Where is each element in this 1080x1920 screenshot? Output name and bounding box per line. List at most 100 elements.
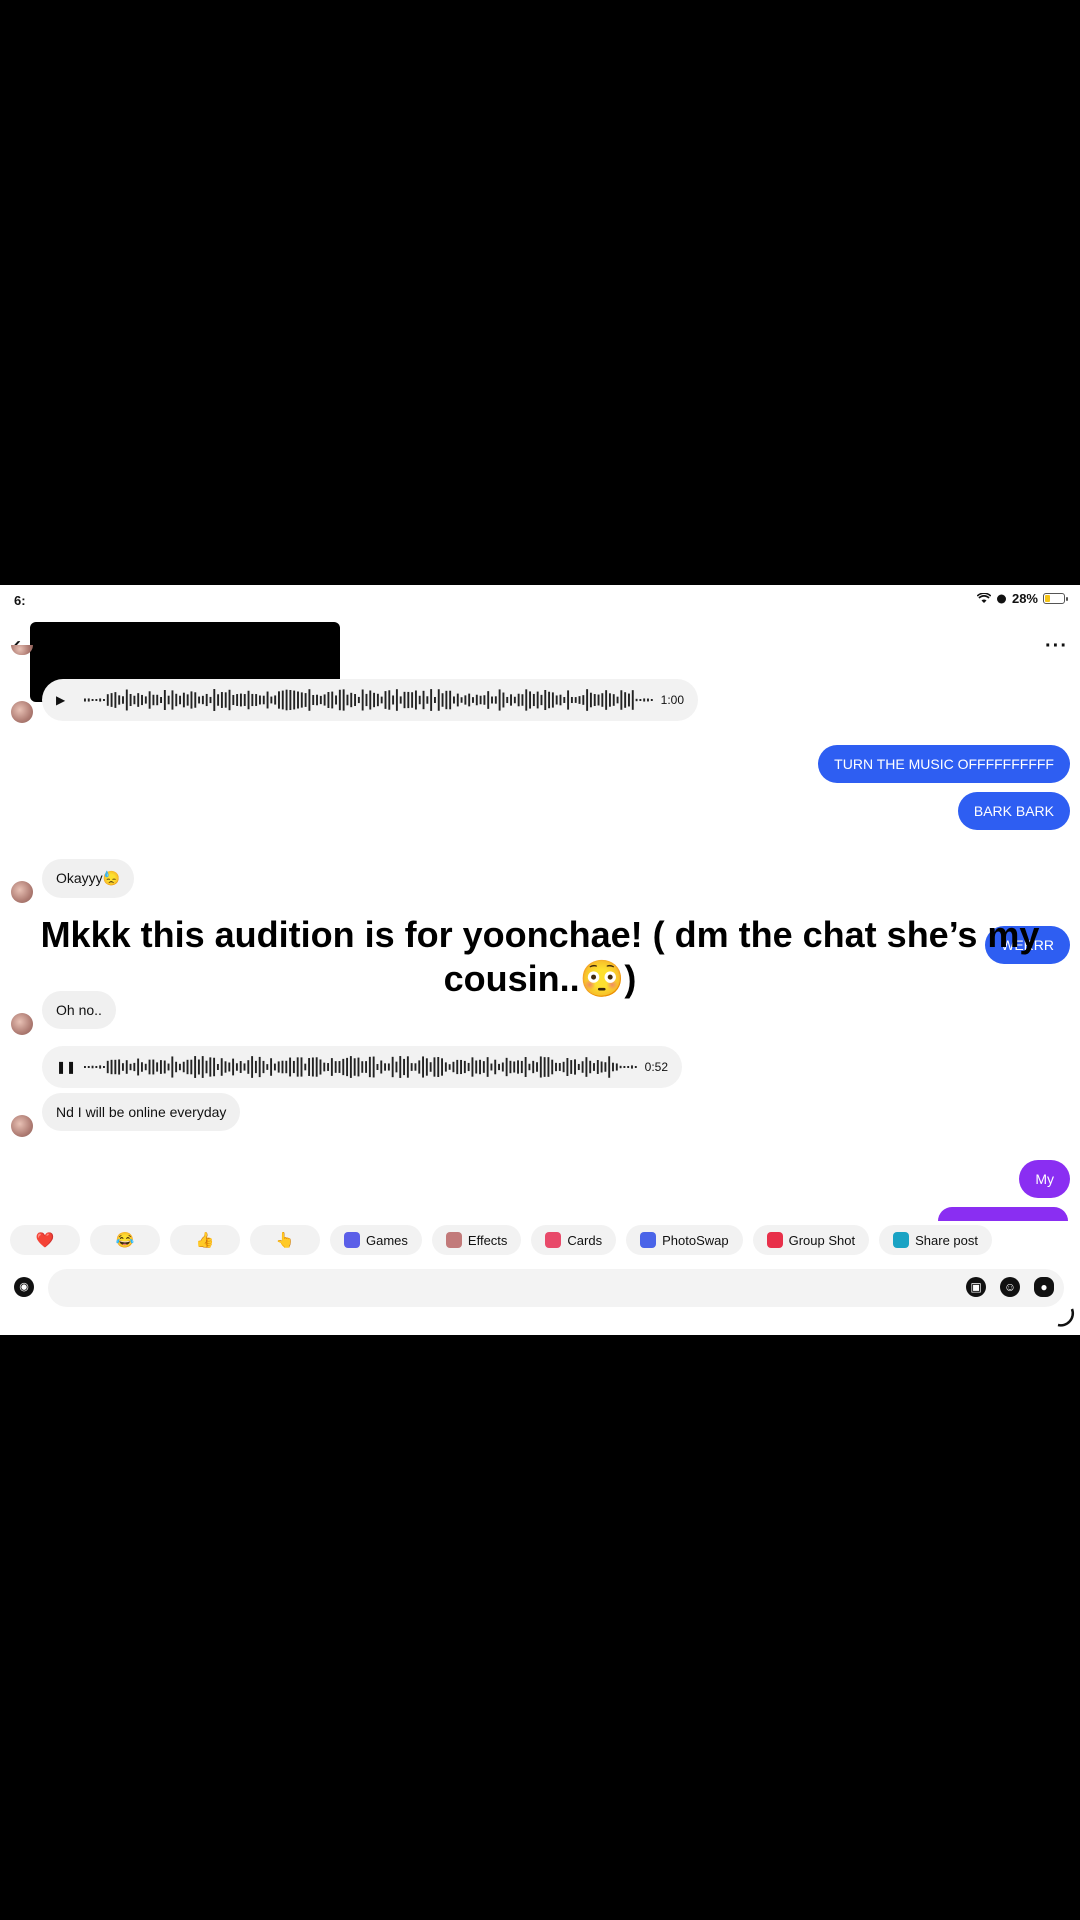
waveform-bar	[205, 1060, 208, 1074]
incoming-message[interactable]: Nd I will be online everyday	[42, 1093, 241, 1131]
waveform-bar	[635, 698, 638, 702]
waveform-bar	[315, 1057, 318, 1077]
waveform-bar	[338, 689, 341, 711]
incoming-message[interactable]: Oh no..	[42, 991, 116, 1029]
waveform-bar	[376, 693, 379, 707]
message-input[interactable]	[48, 1269, 1064, 1307]
waveform-bar	[270, 1058, 273, 1076]
waveform-bar	[491, 696, 493, 704]
waveform-bar	[186, 1059, 189, 1075]
waveform-bar	[292, 1060, 295, 1074]
waveform-bar	[513, 1061, 516, 1073]
voice-message[interactable]: ▶ 1:00	[42, 679, 698, 721]
waveform-bar	[467, 1062, 470, 1072]
waveform-bar	[429, 1062, 432, 1072]
waveform-bar	[304, 1063, 307, 1071]
waveform-bar	[133, 695, 136, 705]
outgoing-message[interactable]: TURN THE MUSIC OFFFFFFFFFF	[818, 745, 1070, 783]
waveform-bar	[448, 1064, 451, 1070]
waveform-bar	[593, 694, 596, 706]
waveform-bar	[567, 690, 570, 710]
waveform-bar	[574, 1059, 576, 1075]
waveform-bar	[122, 696, 124, 704]
group-shot-button[interactable]: Group Shot	[752, 1225, 870, 1255]
waveform-bar	[582, 695, 585, 705]
waveform-bar	[118, 1059, 121, 1075]
waveform-bar	[179, 695, 182, 705]
waveform-bar	[475, 1060, 478, 1074]
waveform-bar	[106, 694, 109, 706]
waveform-bar	[437, 689, 440, 711]
waveform-bar	[251, 1056, 254, 1078]
emoji-icon[interactable]: ☺	[1000, 1277, 1020, 1297]
waveform-bar	[152, 1059, 155, 1075]
message-composer: ◉ ▣ ☺ ●	[0, 1265, 1080, 1315]
waveform-bar	[437, 1057, 440, 1077]
waveform-bar	[468, 693, 471, 707]
waveform-bar	[521, 694, 524, 706]
waveform-bar	[380, 696, 383, 704]
waveform-bar	[361, 689, 364, 711]
waveform-bar	[171, 690, 174, 710]
waveform-bar	[528, 1063, 531, 1071]
thumbs-up-reaction[interactable]: 👍	[170, 1225, 240, 1255]
waveform-bar	[540, 694, 543, 706]
waveform-bar	[114, 692, 117, 708]
waveform-bar	[144, 696, 147, 704]
waveform-bar	[274, 695, 277, 705]
waveform-bar	[616, 696, 619, 704]
point-up-reaction[interactable]: 👆	[250, 1225, 320, 1255]
outgoing-message[interactable]: BARK BARK	[957, 792, 1070, 830]
waveform-bar	[247, 1060, 250, 1074]
more-icon[interactable]: ···	[1045, 635, 1068, 658]
waveform-bar	[608, 1056, 611, 1078]
waveform-bar	[175, 1061, 178, 1073]
waveform-bar	[125, 1060, 128, 1074]
waveform-bar	[84, 698, 86, 702]
waveform-bar	[251, 693, 254, 707]
waveform-bar	[254, 1060, 257, 1074]
games-button[interactable]: Games	[330, 1225, 422, 1255]
waveform-bar	[110, 1059, 113, 1075]
waveform-bar	[224, 1061, 227, 1073]
play-icon[interactable]: ▶	[56, 693, 78, 707]
waveform-bar	[243, 694, 246, 706]
waveform-bar	[520, 1060, 523, 1074]
cards-button[interactable]: Cards	[531, 1225, 617, 1255]
sticker-icon[interactable]: ▣	[966, 1277, 986, 1297]
waveform-bar	[498, 1063, 500, 1071]
waveform-bar	[243, 1063, 246, 1071]
waveform-bar	[327, 1063, 330, 1071]
waveform-bar	[585, 1057, 588, 1077]
voice-message[interactable]: ❚❚ 0:52	[42, 1046, 682, 1088]
waveform-bar	[194, 1056, 197, 1078]
waveform-bar	[578, 696, 581, 704]
laugh-reaction[interactable]: 😂	[90, 1225, 160, 1255]
heart-reaction[interactable]: ❤️	[10, 1225, 80, 1255]
waveform-bar	[543, 1057, 546, 1077]
waveform-bar	[346, 1057, 349, 1077]
waveform-bar	[650, 699, 653, 701]
camera-icon[interactable]: ◉	[14, 1277, 34, 1297]
outgoing-message[interactable]: My	[1019, 1160, 1070, 1198]
waveform-bar	[300, 1057, 303, 1077]
share-post-button[interactable]: Share post	[879, 1225, 992, 1255]
pause-icon[interactable]: ❚❚	[56, 1060, 78, 1074]
waveform-bar	[555, 695, 558, 705]
waveform-bar	[163, 690, 166, 710]
microphone-icon[interactable]: ●	[1034, 1277, 1054, 1297]
waveform-bar	[517, 1060, 519, 1074]
waveform-bar	[410, 1063, 413, 1071]
wifi-icon	[976, 593, 991, 603]
waveform-bar	[597, 694, 600, 706]
photoswap-button[interactable]: PhotoSwap	[626, 1225, 743, 1255]
waveform-bar	[494, 1059, 497, 1075]
incoming-message[interactable]: Okayyy😓	[42, 859, 135, 898]
waveform-bar	[555, 1062, 557, 1072]
effects-button[interactable]: Effects	[431, 1225, 522, 1255]
waveform-bar	[148, 1059, 151, 1075]
chat-header: ‹ ···	[0, 615, 1080, 702]
waveform-bar	[239, 693, 242, 707]
waveform-bar	[365, 1061, 368, 1073]
waveform-bar	[232, 694, 235, 706]
